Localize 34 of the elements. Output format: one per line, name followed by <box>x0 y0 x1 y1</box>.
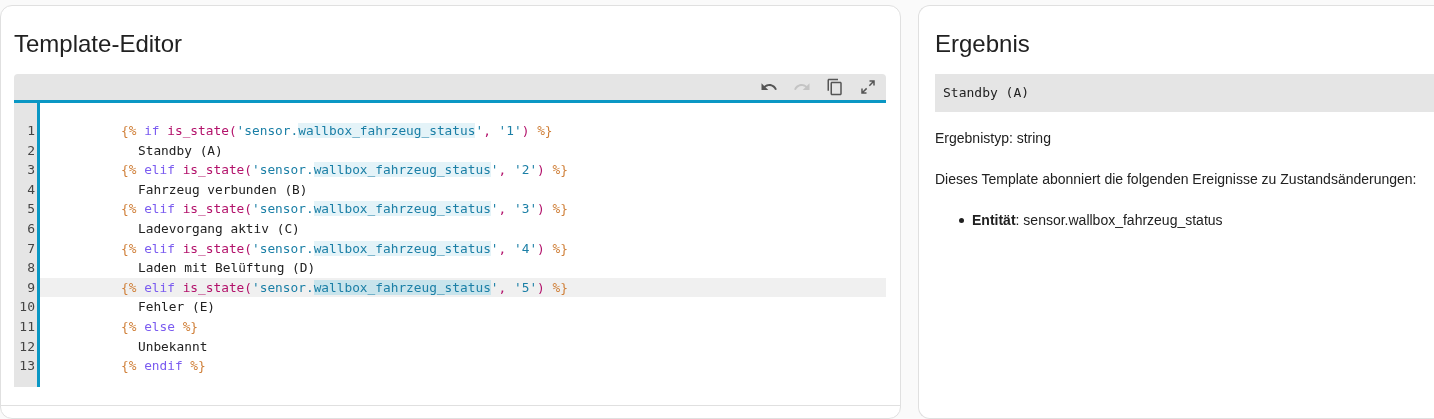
expand-icon[interactable] <box>858 77 878 97</box>
line-number: 3 <box>26 161 36 180</box>
code-line: {% elif is_state('sensor.wallbox_fahrzeug_status', '4') %} <box>120 239 569 258</box>
code-line: {% endif %} <box>120 357 207 376</box>
code-line: Unbekannt <box>137 337 209 356</box>
bullet-icon <box>959 218 964 223</box>
code-line: Standby (A) <box>137 141 224 160</box>
line-number: 9 <box>26 278 36 297</box>
code-line: Fahrzeug verbunden (B) <box>137 180 309 199</box>
line-number: 11 <box>18 317 36 336</box>
line-number: 10 <box>18 298 36 317</box>
line-number: 13 <box>18 357 36 376</box>
copy-icon[interactable] <box>825 77 845 97</box>
line-number: 1 <box>26 122 36 140</box>
card-title: Template-Editor <box>13 29 184 59</box>
result-type: Ergebnistyp: string <box>934 129 1052 148</box>
code-line: {% elif is_state('sensor.wallbox_fahrzeug_status', '2') %} <box>120 161 569 180</box>
line-number: 2 <box>26 141 36 160</box>
line-number: 6 <box>26 219 36 238</box>
listener-entry: Entität: sensor.wallbox_fahrzeug_status <box>972 211 1223 230</box>
line-number: 5 <box>26 200 36 219</box>
code-line: Laden mit Belüftung (D) <box>137 259 317 278</box>
result-output: Standby (A) <box>935 74 1434 112</box>
code-line: Fehler (E) <box>137 298 217 317</box>
line-number: 4 <box>26 180 36 199</box>
card-title: Ergebnis <box>934 29 1031 59</box>
code-line: {% elif is_state('sensor.wallbox_fahrzeug_status', '3') %} <box>120 200 569 219</box>
line-number: 7 <box>26 239 36 258</box>
code-line: {% if is_state('sensor.wallbox_fahrzeug_status', '1') %} <box>120 122 554 140</box>
line-number: 12 <box>18 337 36 356</box>
listener-description: Dieses Template abonniert die folgenden Ereignisse zu Zustandsänderungen: <box>934 170 1418 189</box>
code-line: Ladevorgang aktiv (C) <box>137 219 301 238</box>
line-number: 8 <box>26 259 36 278</box>
code-line: {% else %} <box>120 317 200 336</box>
